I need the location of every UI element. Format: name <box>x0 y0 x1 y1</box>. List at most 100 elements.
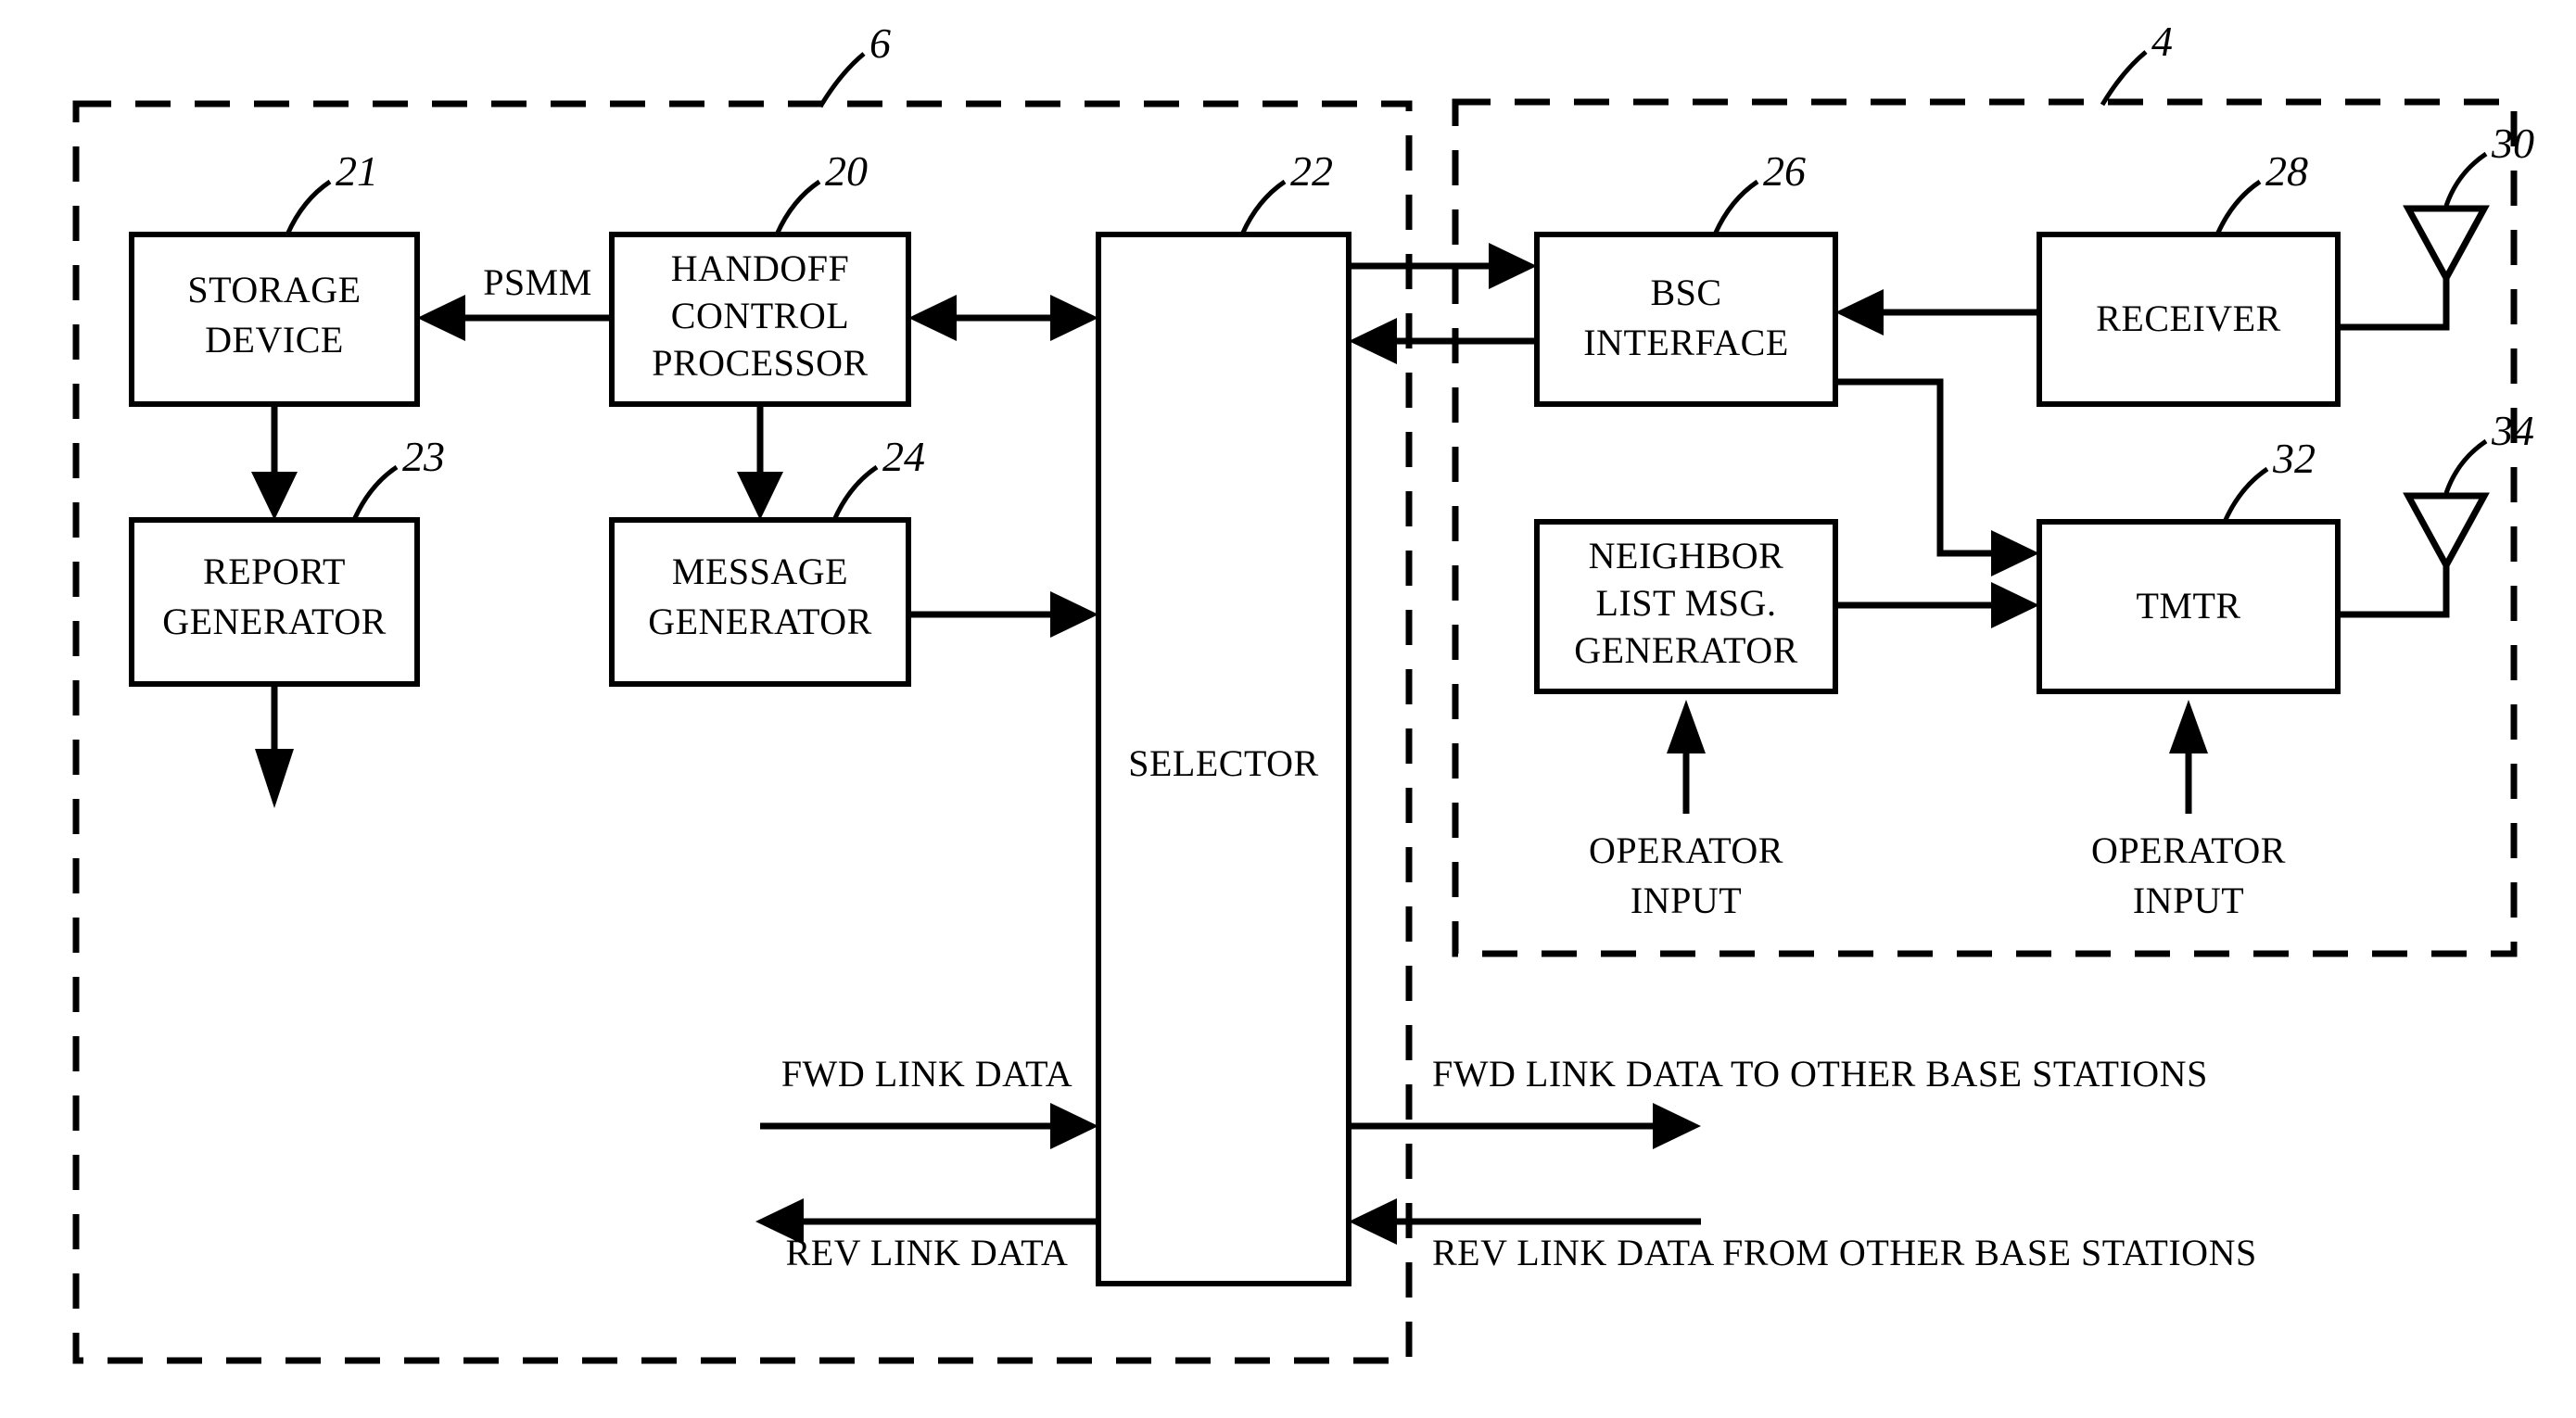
psmm-arrowhead <box>417 295 465 341</box>
tmtr-leader <box>2222 466 2269 524</box>
fwd-link-data-in-label: FWD LINK DATA <box>781 1053 1072 1095</box>
enclosure-4-leader <box>2100 50 2148 107</box>
enclosure-4: 4 <box>1452 18 2518 957</box>
neighbor-list-label-line1: NEIGHBOR <box>1589 535 1784 576</box>
bsc-interface-box[interactable] <box>1534 232 1838 407</box>
connection-message-to-selector <box>908 591 1098 638</box>
ref-numeral-30: 30 <box>2491 120 2534 167</box>
handoff-label-line3: PROCESSOR <box>652 342 868 384</box>
ref-numeral-21: 21 <box>336 147 378 195</box>
handoff-selector-arrowhead-left <box>908 295 957 341</box>
connection-storage-to-report <box>251 404 298 520</box>
message-generator-label-line1: MESSAGE <box>672 551 848 592</box>
report-generator-label-line2: GENERATOR <box>162 601 387 642</box>
ref-numeral-6: 6 <box>869 19 891 67</box>
block-storage-device[interactable]: STORAGE DEVICE 21 <box>129 147 420 407</box>
block-receiver[interactable]: RECEIVER 28 <box>2037 147 2341 407</box>
psmm-label: PSMM <box>483 261 592 303</box>
operator-input-right-label-line2: INPUT <box>2133 880 2244 921</box>
antenna-34: 34 <box>2338 407 2534 618</box>
antenna-30: 30 <box>2338 120 2534 331</box>
ref-numeral-4: 4 <box>2151 18 2173 65</box>
operator-input-left-label-line2: INPUT <box>1631 880 1742 921</box>
connection-neighbor-to-tmtr <box>1835 582 2039 628</box>
ref-numeral-34: 34 <box>2491 407 2534 454</box>
ref-numeral-20: 20 <box>825 147 868 195</box>
report-generator-label-line1: REPORT <box>203 551 346 592</box>
operator-input-right-label-line1: OPERATOR <box>2091 829 2286 871</box>
antenna-34-leader <box>2443 438 2488 494</box>
ref-numeral-23: 23 <box>402 433 445 480</box>
receiver-label: RECEIVER <box>2096 298 2281 339</box>
fwd-link-data-out-label: FWD LINK DATA TO OTHER BASE STATIONS <box>1432 1053 2208 1095</box>
fwd-link-data-in-arrowhead <box>1050 1103 1098 1149</box>
neighbor-to-tmtr-arrowhead <box>1991 582 2039 628</box>
connection-handoff-selector <box>908 295 1098 341</box>
connection-rev-link-data-in: REV LINK DATA FROM OTHER BASE STATIONS <box>1349 1198 2257 1273</box>
report-output-arrowhead <box>255 749 294 808</box>
antenna-30-feed-line <box>2338 278 2450 331</box>
block-neighbor-list-msg-generator[interactable]: NEIGHBOR LIST MSG. GENERATOR <box>1534 519 1838 694</box>
antenna-30-leader <box>2443 151 2488 207</box>
bsc-to-tmtr-line <box>1835 378 2015 557</box>
block-selector[interactable]: SELECTOR 22 <box>1096 147 1351 1286</box>
antenna-30-icon <box>2403 205 2490 285</box>
storage-device-leader <box>285 179 332 236</box>
connection-bsc-to-selector <box>1349 318 1537 364</box>
connection-fwd-link-data-out: FWD LINK DATA TO OTHER BASE STATIONS <box>1349 1053 2208 1149</box>
receiver-to-bsc-arrowhead <box>1835 289 1884 336</box>
operator-input-left-label-line1: OPERATOR <box>1589 829 1783 871</box>
operator-input-left-arrowhead <box>1667 700 1706 753</box>
ref-numeral-24: 24 <box>882 433 925 480</box>
connection-psmm: PSMM <box>417 261 612 341</box>
diagram-svg: 6 4 STORAGE DEVICE 21 HANDOFF CONTROL PR… <box>72 18 2534 1364</box>
handoff-leader <box>774 179 821 236</box>
connection-bsc-to-tmtr <box>1835 378 2039 576</box>
connection-fwd-link-data-in: FWD LINK DATA <box>760 1053 1098 1149</box>
handoff-selector-arrowhead-right <box>1050 295 1098 341</box>
storage-device-label-line1: STORAGE <box>187 269 361 310</box>
ref-numeral-28: 28 <box>2265 147 2308 195</box>
operator-input-right-arrowhead <box>2169 700 2208 753</box>
message-generator-label-line2: GENERATOR <box>648 601 872 642</box>
handoff-to-message-arrowhead <box>737 472 783 520</box>
selector-to-bsc-arrowhead <box>1489 243 1537 289</box>
connection-selector-to-bsc <box>1349 243 1537 289</box>
block-tmtr[interactable]: TMTR 32 <box>2037 435 2341 694</box>
bsc-interface-label-line1: BSC <box>1650 272 1721 313</box>
connection-operator-input-left: OPERATOR INPUT <box>1589 700 1783 921</box>
rev-link-data-in-label: REV LINK DATA FROM OTHER BASE STATIONS <box>1432 1232 2257 1273</box>
antenna-34-feed-line <box>2338 565 2450 618</box>
neighbor-list-label-line3: GENERATOR <box>1574 629 1798 671</box>
neighbor-list-label-line2: LIST MSG. <box>1596 582 1777 624</box>
storage-to-report-arrowhead <box>251 472 298 520</box>
ref-numeral-26: 26 <box>1763 147 1806 195</box>
rev-link-data-out-label: REV LINK DATA <box>786 1232 1069 1273</box>
receiver-leader <box>2214 179 2262 236</box>
tmtr-label: TMTR <box>2136 585 2240 627</box>
bsc-interface-leader <box>1712 179 1759 236</box>
fwd-link-data-out-arrowhead <box>1653 1103 1701 1149</box>
ref-numeral-22: 22 <box>1290 147 1333 195</box>
message-generator-leader <box>831 464 879 522</box>
connection-report-output <box>255 684 294 808</box>
ref-numeral-32: 32 <box>2272 435 2316 482</box>
bsc-to-selector-arrowhead <box>1349 318 1397 364</box>
bsc-interface-label-line2: INTERFACE <box>1583 322 1789 363</box>
handoff-label-line2: CONTROL <box>671 295 849 336</box>
storage-device-label-line2: DEVICE <box>205 319 344 361</box>
report-generator-leader <box>351 464 399 522</box>
connection-operator-input-right: OPERATOR INPUT <box>2091 700 2286 921</box>
antenna-34-icon <box>2403 492 2490 573</box>
block-message-generator[interactable]: MESSAGE GENERATOR 24 <box>609 433 925 687</box>
block-report-generator[interactable]: REPORT GENERATOR 23 <box>129 433 445 687</box>
block-bsc-interface[interactable]: BSC INTERFACE 26 <box>1534 147 1838 407</box>
connection-rev-link-data-out: REV LINK DATA <box>755 1198 1098 1273</box>
selector-leader <box>1239 179 1287 236</box>
patent-figure-canvas: 6 4 STORAGE DEVICE 21 HANDOFF CONTROL PR… <box>0 0 2576 1418</box>
block-handoff-control-processor[interactable]: HANDOFF CONTROL PROCESSOR 20 <box>609 147 911 407</box>
rev-link-data-in-arrowhead <box>1349 1198 1397 1245</box>
connection-handoff-to-message <box>737 404 783 520</box>
selector-label: SELECTOR <box>1128 742 1319 784</box>
bsc-to-tmtr-arrowhead <box>1991 530 2039 576</box>
